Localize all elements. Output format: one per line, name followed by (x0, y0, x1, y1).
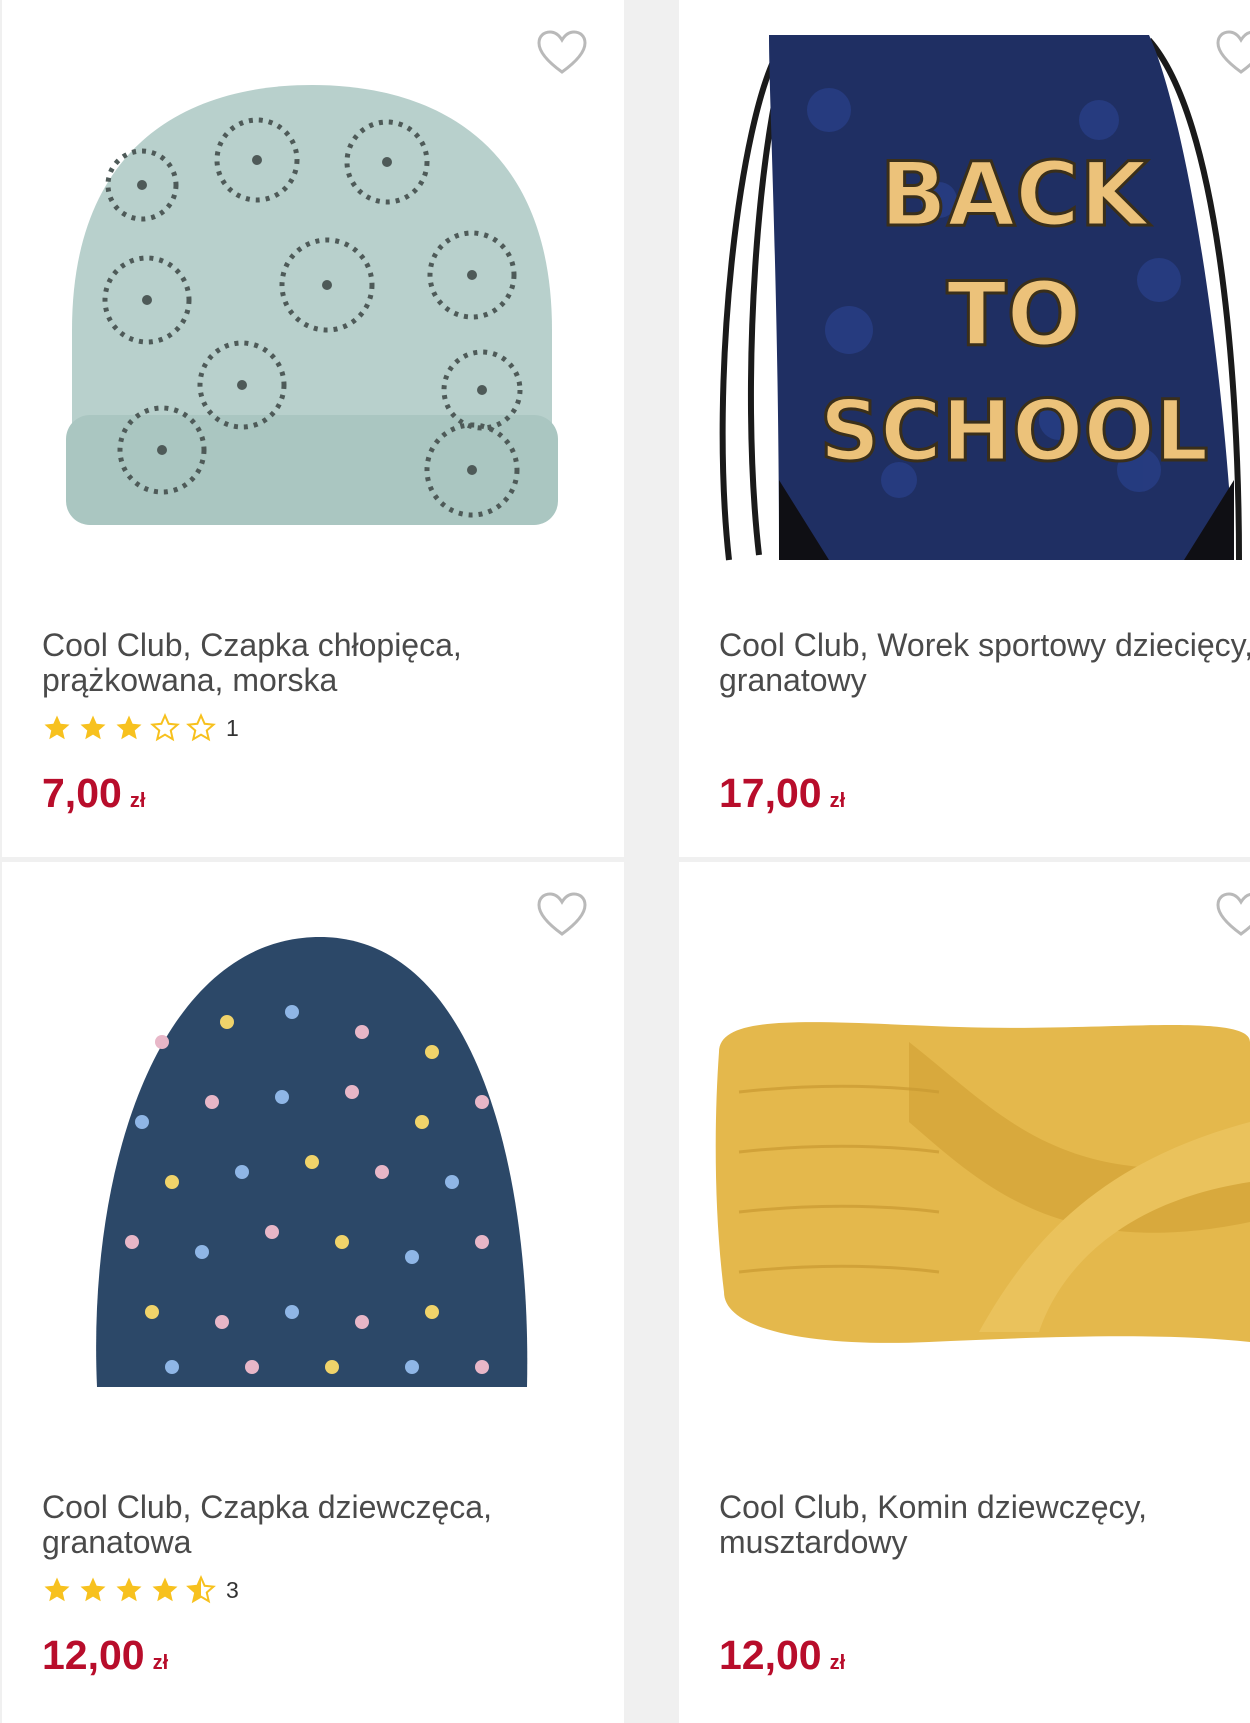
star-empty-icon (150, 713, 180, 743)
heart-outline-icon[interactable] (536, 30, 588, 76)
product-price: 7,00 zł (42, 770, 145, 817)
rating-count: 1 (226, 714, 239, 741)
product-card[interactable]: Cool Club, Czapka dziewczęca, granatowa … (2, 862, 624, 1723)
dotted-hat-image[interactable] (2, 862, 624, 1462)
price-currency: zł (829, 1652, 846, 1674)
heart-outline-icon[interactable] (536, 892, 588, 938)
bag-print-text: BACK (880, 143, 1151, 246)
star-empty-icon (186, 713, 216, 743)
star-full-icon (78, 713, 108, 743)
bag-print-text: TO (947, 263, 1082, 366)
star-full-icon (114, 1575, 144, 1605)
product-title[interactable]: Cool Club, Czapka chłopięca, prążkowana,… (42, 628, 582, 698)
product-card[interactable]: Cool Club, Komin dziewczęcy, musztardowy… (679, 862, 1250, 1723)
star-full-icon (150, 1575, 180, 1605)
product-grid: Cool Club, Czapka chłopięca, prążkowana,… (0, 0, 1250, 1723)
price-currency: zł (129, 790, 146, 812)
product-price: 12,00 zł (719, 1632, 845, 1679)
rating-stars: 1 (42, 712, 239, 744)
product-card[interactable]: BACK TO SCHOOL Cool Club, Worek sportowy… (679, 0, 1250, 857)
price-amount: 12,00 (42, 1632, 145, 1678)
price-amount: 17,00 (719, 770, 822, 816)
knit-headband-image[interactable] (679, 862, 1250, 1462)
bag-print-text: SCHOOL (820, 382, 1209, 480)
beanie-hat-image[interactable] (2, 0, 624, 600)
rating-stars: 3 (42, 1574, 239, 1606)
star-full-icon (42, 1575, 72, 1605)
product-title[interactable]: Cool Club, Komin dziewczęcy, musztardowy (719, 1490, 1250, 1560)
heart-outline-icon[interactable] (1215, 30, 1250, 76)
star-full-icon (114, 713, 144, 743)
product-price: 17,00 zł (719, 770, 845, 817)
rating-count: 3 (226, 1576, 239, 1603)
star-full-icon (42, 713, 72, 743)
star-half-icon (186, 1575, 216, 1605)
drawstring-bag-image[interactable]: BACK TO SCHOOL (679, 0, 1250, 600)
product-card[interactable]: Cool Club, Czapka chłopięca, prążkowana,… (2, 0, 624, 857)
star-full-icon (78, 1575, 108, 1605)
product-title[interactable]: Cool Club, Czapka dziewczęca, granatowa (42, 1490, 582, 1560)
price-amount: 7,00 (42, 770, 122, 816)
price-amount: 12,00 (719, 1632, 822, 1678)
heart-outline-icon[interactable] (1215, 892, 1250, 938)
product-price: 12,00 zł (42, 1632, 168, 1679)
price-currency: zł (829, 790, 846, 812)
product-title[interactable]: Cool Club, Worek sportowy dziecięcy, gra… (719, 628, 1250, 698)
price-currency: zł (152, 1652, 169, 1674)
